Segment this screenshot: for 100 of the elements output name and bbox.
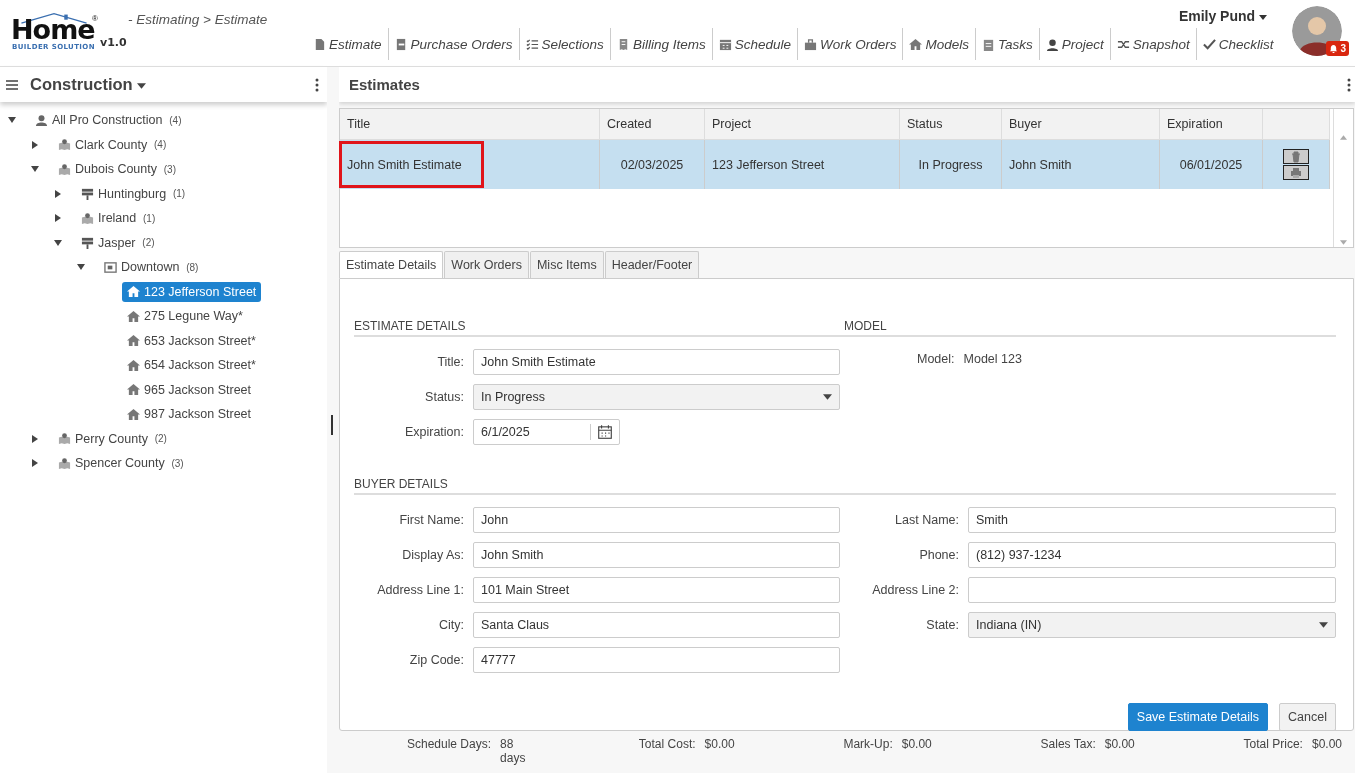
input-field[interactable]: 101 Main Street bbox=[473, 577, 840, 603]
house-icon bbox=[127, 309, 140, 323]
house-icon bbox=[127, 285, 140, 299]
collapse-arrow-icon[interactable] bbox=[31, 165, 39, 174]
nav-link[interactable]: Models bbox=[902, 28, 975, 60]
expand-arrow-icon[interactable] bbox=[31, 434, 39, 443]
expand-arrow-icon[interactable] bbox=[54, 214, 62, 223]
column-header[interactable]: Title bbox=[340, 109, 600, 140]
tree-item[interactable]: 654 Jackson Street* bbox=[122, 355, 261, 376]
input-field[interactable] bbox=[968, 577, 1336, 603]
tree-item[interactable]: Perry County (2) bbox=[53, 428, 172, 449]
tab[interactable]: Misc Items bbox=[529, 251, 604, 278]
field-label: State: bbox=[925, 618, 959, 632]
tree-item[interactable]: Ireland (1) bbox=[76, 208, 161, 229]
more-options-icon[interactable] bbox=[1347, 77, 1351, 92]
collapse-arrow-icon[interactable] bbox=[77, 263, 85, 272]
tree-item[interactable]: Spencer County (3) bbox=[53, 453, 189, 474]
tree-item[interactable]: 123 Jefferson Street bbox=[122, 281, 262, 302]
map-icon bbox=[104, 260, 117, 274]
worker-icon bbox=[1045, 37, 1059, 51]
nav-link[interactable]: Snapshot bbox=[1109, 28, 1196, 60]
bell-icon bbox=[1329, 44, 1339, 53]
save-button[interactable]: Save Estimate Details bbox=[1127, 703, 1269, 731]
column-header[interactable]: Buyer bbox=[1001, 109, 1160, 140]
house-icon bbox=[127, 358, 140, 372]
input-field[interactable]: (812) 937-1234 bbox=[968, 542, 1336, 568]
section-heading: ESTIMATE DETAILS bbox=[354, 319, 844, 337]
expand-arrow-icon[interactable] bbox=[31, 140, 39, 149]
column-header[interactable]: Project bbox=[704, 109, 900, 140]
signpost-icon bbox=[81, 236, 94, 250]
print-button[interactable] bbox=[1283, 165, 1309, 180]
tab[interactable]: Estimate Details bbox=[339, 251, 444, 278]
table-cell: In Progress bbox=[899, 139, 1002, 189]
printer-icon bbox=[394, 37, 408, 51]
tree-item[interactable]: 653 Jackson Street* bbox=[122, 330, 261, 351]
status-dropdown[interactable]: In Progress bbox=[473, 384, 840, 410]
table-cell: John Smith bbox=[1001, 139, 1160, 189]
nav-link[interactable]: Project bbox=[1038, 28, 1110, 60]
total-value: $0.00 bbox=[901, 737, 932, 753]
collapse-arrow-icon[interactable] bbox=[54, 238, 62, 247]
field-label: Expiration: bbox=[403, 425, 464, 439]
nav-link[interactable]: Schedule bbox=[711, 28, 797, 60]
column-header[interactable]: Expiration bbox=[1159, 109, 1263, 140]
tree-item[interactable]: 987 Jackson Street bbox=[122, 404, 256, 425]
input-field[interactable]: 47777 bbox=[473, 647, 840, 673]
expand-arrow-icon[interactable] bbox=[54, 189, 62, 198]
map-pin-icon bbox=[58, 138, 71, 152]
delete-button[interactable] bbox=[1283, 149, 1309, 164]
map-pin-icon bbox=[58, 456, 71, 470]
tab[interactable]: Header/Footer bbox=[604, 251, 700, 278]
nav-link[interactable]: Work Orders bbox=[796, 28, 903, 60]
total-label: Mark-Up: bbox=[843, 737, 893, 753]
input-field[interactable]: Smith bbox=[968, 507, 1336, 533]
nav-link[interactable]: Billing Items bbox=[609, 28, 712, 60]
caret-icon bbox=[137, 82, 147, 89]
nav-link[interactable]: Tasks bbox=[975, 28, 1039, 60]
total-value: 88 days bbox=[500, 737, 527, 765]
user-menu[interactable]: Emily Pund bbox=[1178, 8, 1267, 24]
input-field[interactable]: John Smith Estimate bbox=[473, 349, 840, 375]
collapse-arrow-icon[interactable] bbox=[8, 116, 16, 125]
input-field[interactable]: Santa Claus bbox=[473, 612, 840, 638]
menu-icon[interactable] bbox=[6, 79, 18, 90]
nav-link[interactable]: Checklist bbox=[1195, 28, 1280, 60]
column-header[interactable]: Created bbox=[599, 109, 705, 140]
nav-link[interactable]: Estimate bbox=[307, 28, 388, 60]
date-field[interactable]: 6/1/2025 bbox=[473, 419, 620, 445]
tree-item[interactable]: 275 Legune Way* bbox=[122, 306, 248, 327]
input-field[interactable]: John bbox=[473, 507, 840, 533]
section-title: Estimates bbox=[349, 76, 420, 93]
tab[interactable]: Work Orders bbox=[444, 251, 529, 278]
tree-item[interactable]: Huntingburg (1) bbox=[76, 183, 191, 204]
person-icon bbox=[35, 113, 48, 127]
field-label: Address Line 2: bbox=[871, 583, 959, 597]
tree-item[interactable]: Downtown (8) bbox=[99, 257, 204, 278]
field-label: Address Line 1: bbox=[376, 583, 464, 597]
field-label: First Name: bbox=[398, 513, 464, 527]
state-dropdown[interactable]: Indiana (IN) bbox=[968, 612, 1336, 638]
tree-item[interactable]: 965 Jackson Street bbox=[122, 379, 256, 400]
total-value: $0.00 bbox=[704, 737, 735, 753]
nav-link[interactable]: Purchase Orders bbox=[387, 28, 519, 60]
field-label: Zip Code: bbox=[408, 653, 464, 667]
tree-item[interactable]: All Pro Construction (4) bbox=[30, 110, 187, 131]
column-header[interactable]: Status bbox=[899, 109, 1002, 140]
nav-link[interactable]: Selections bbox=[518, 28, 610, 60]
company-dropdown[interactable]: Construction bbox=[30, 75, 304, 94]
notification-badge[interactable]: 3 bbox=[1326, 41, 1349, 56]
tree-item[interactable]: Dubois County (3) bbox=[53, 159, 181, 180]
expand-arrow-icon[interactable] bbox=[31, 459, 39, 468]
toolbox-icon bbox=[803, 37, 817, 51]
tree-item[interactable]: Clark County (4) bbox=[53, 134, 172, 155]
more-options-icon[interactable] bbox=[315, 77, 320, 92]
cancel-button[interactable]: Cancel bbox=[1279, 703, 1336, 731]
document-icon bbox=[313, 37, 326, 51]
tree-item[interactable]: Jasper (2) bbox=[76, 232, 160, 253]
input-field[interactable]: John Smith bbox=[473, 542, 840, 568]
highlight-outline: John Smith Estimate bbox=[339, 141, 484, 188]
field-label: Status: bbox=[424, 390, 464, 404]
map-pin-icon bbox=[81, 211, 94, 225]
table-row[interactable]: John Smith Estimate 02/03/2025 123 Jefferson Street In Progress John Smith 06/01/2025 bbox=[340, 139, 1330, 189]
section-heading: MODEL bbox=[844, 319, 1336, 337]
